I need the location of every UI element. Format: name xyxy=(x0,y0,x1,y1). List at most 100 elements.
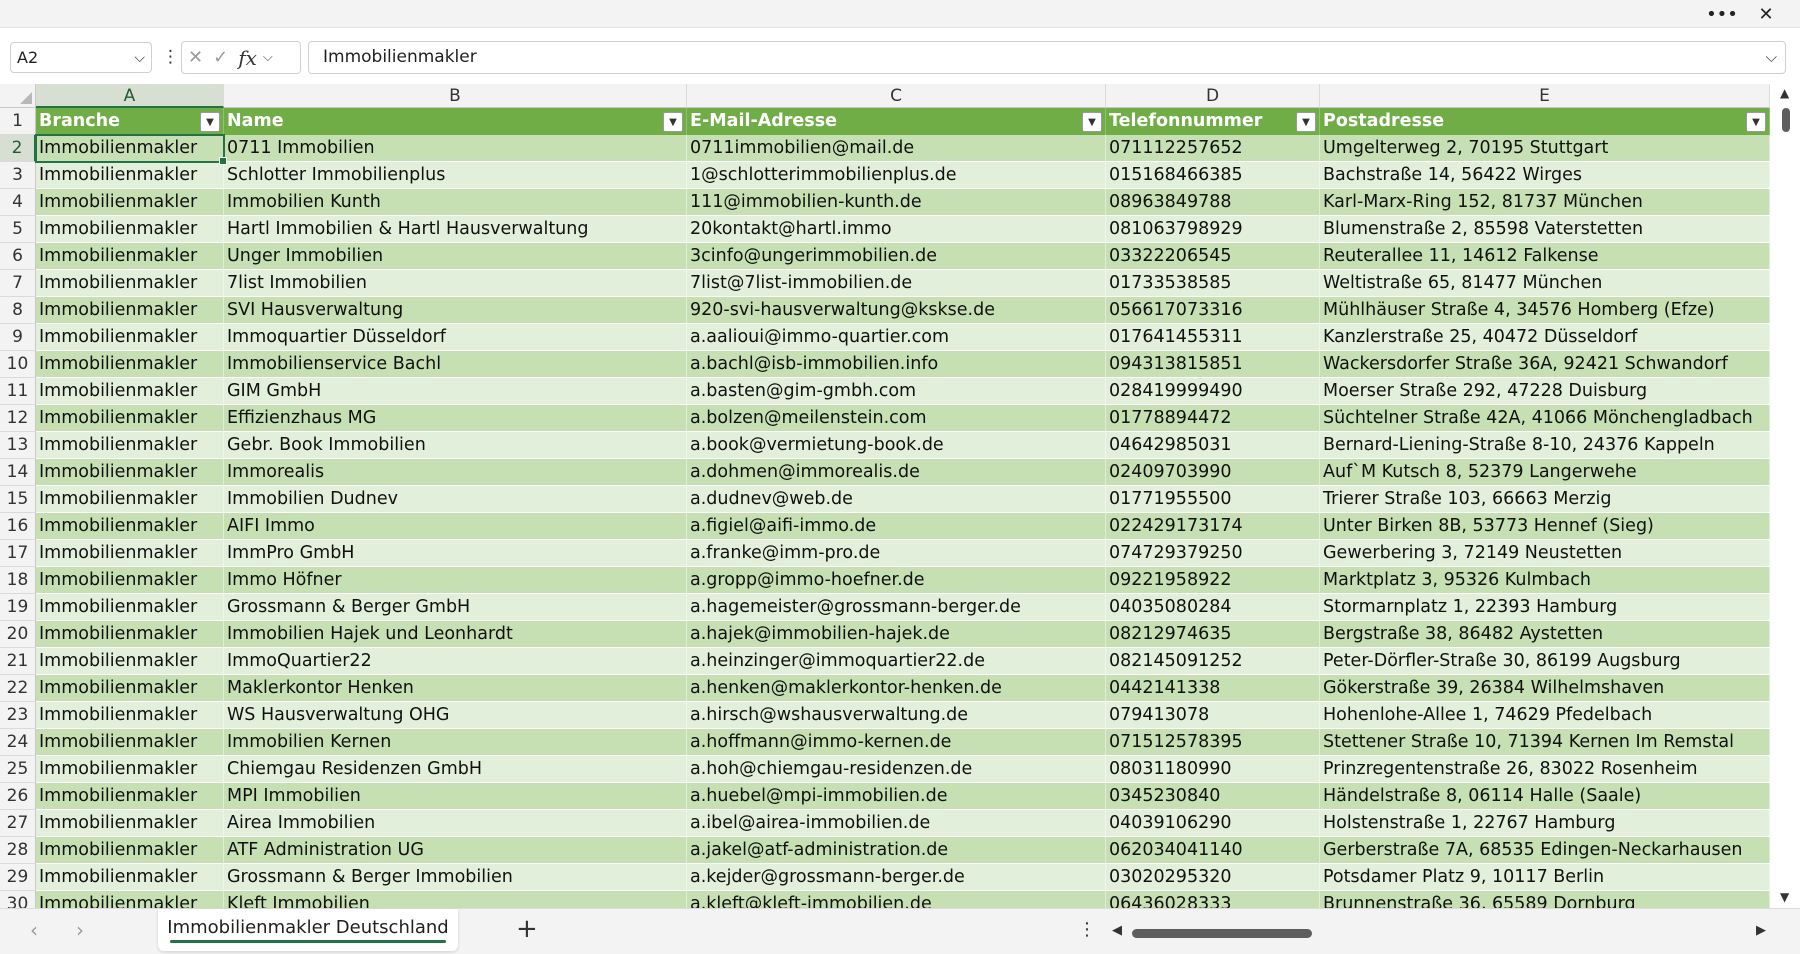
table-cell[interactable]: Immobilienmakler xyxy=(36,567,224,594)
table-cell[interactable]: Chiemgau Residenzen GmbH xyxy=(224,756,687,783)
table-cell[interactable]: a.hagemeister@grossmann-berger.de xyxy=(687,594,1106,621)
table-cell[interactable]: Immobilienservice Bachl xyxy=(224,351,687,378)
table-cell[interactable]: Stormarnplatz 1, 22393 Hamburg xyxy=(1320,594,1770,621)
table-cell[interactable]: 01778894472 xyxy=(1106,405,1320,432)
insert-function-icon[interactable]: fx xyxy=(238,46,257,70)
table-cell[interactable]: a.bachl@isb-immobilien.info xyxy=(687,351,1106,378)
table-cell[interactable]: Bachstraße 14, 56422 Wirges xyxy=(1320,162,1770,189)
row-header[interactable]: 6 xyxy=(0,243,36,270)
table-cell[interactable]: ATF Administration UG xyxy=(224,837,687,864)
table-cell[interactable]: a.kejder@grossmann-berger.de xyxy=(687,864,1106,891)
vertical-scrollbar[interactable]: ▲ ▼ xyxy=(1772,84,1800,908)
table-cell[interactable]: Immobilienmakler xyxy=(36,270,224,297)
table-cell[interactable]: Moerser Straße 292, 47228 Duisburg xyxy=(1320,378,1770,405)
row-header[interactable]: 24 xyxy=(0,729,36,756)
table-cell[interactable]: Immobilienmakler xyxy=(36,540,224,567)
table-cell[interactable]: MPI Immobilien xyxy=(224,783,687,810)
header-cell[interactable]: Telefonnummer xyxy=(1106,108,1320,135)
row-header[interactable]: 7 xyxy=(0,270,36,297)
table-cell[interactable]: Brunnenstraße 36, 65589 Dornburg xyxy=(1320,891,1770,908)
row-header[interactable]: 22 xyxy=(0,675,36,702)
table-cell[interactable]: Marktplatz 3, 95326 Kulmbach xyxy=(1320,567,1770,594)
table-cell[interactable]: Weltistraße 65, 81477 München xyxy=(1320,270,1770,297)
table-cell[interactable]: 01733538585 xyxy=(1106,270,1320,297)
table-cell[interactable]: 08031180990 xyxy=(1106,756,1320,783)
table-cell[interactable]: 081063798929 xyxy=(1106,216,1320,243)
scroll-right-icon[interactable]: ▶ xyxy=(1756,923,1766,938)
table-cell[interactable]: a.basten@gim-gmbh.com xyxy=(687,378,1106,405)
table-cell[interactable]: Immobilienmakler xyxy=(36,216,224,243)
table-cell[interactable]: 094313815851 xyxy=(1106,351,1320,378)
table-cell[interactable]: Mühlhäuser Straße 4, 34576 Homberg (Efze… xyxy=(1320,297,1770,324)
table-cell[interactable]: Immobilienmakler xyxy=(36,243,224,270)
table-cell[interactable]: Peter-Dörfler-Straße 30, 86199 Augsburg xyxy=(1320,648,1770,675)
table-cell[interactable]: 0711immobilien@mail.de xyxy=(687,135,1106,162)
table-cell[interactable]: Immobilienmakler xyxy=(36,594,224,621)
row-header[interactable]: 30 xyxy=(0,891,36,908)
row-header[interactable]: 12 xyxy=(0,405,36,432)
vertical-scroll-thumb[interactable] xyxy=(1782,108,1790,132)
table-cell[interactable]: 056617073316 xyxy=(1106,297,1320,324)
table-cell[interactable]: 04039106290 xyxy=(1106,810,1320,837)
table-cell[interactable]: Immobilienmakler xyxy=(36,513,224,540)
row-header[interactable]: 11 xyxy=(0,378,36,405)
table-cell[interactable]: Stettener Straße 10, 71394 Kernen Im Rem… xyxy=(1320,729,1770,756)
table-cell[interactable]: 0442141338 xyxy=(1106,675,1320,702)
more-options-icon[interactable]: ••• xyxy=(1702,2,1742,26)
table-cell[interactable]: Umgelterweg 2, 70195 Stuttgart xyxy=(1320,135,1770,162)
table-cell[interactable]: 111@immobilien-kunth.de xyxy=(687,189,1106,216)
column-header-c[interactable]: C xyxy=(687,84,1106,108)
table-cell[interactable]: 017641455311 xyxy=(1106,324,1320,351)
table-cell[interactable]: a.bolzen@meilenstein.com xyxy=(687,405,1106,432)
filter-dropdown-icon[interactable]: ▼ xyxy=(1746,112,1766,132)
scroll-left-icon[interactable]: ◀ xyxy=(1112,923,1122,938)
table-cell[interactable]: 071512578395 xyxy=(1106,729,1320,756)
table-cell[interactable]: 074729379250 xyxy=(1106,540,1320,567)
table-cell[interactable]: a.aalioui@immo-quartier.com xyxy=(687,324,1106,351)
prev-sheet-icon[interactable]: ‹ xyxy=(30,918,38,942)
table-cell[interactable]: Immobilien Dudnev xyxy=(224,486,687,513)
next-sheet-icon[interactable]: › xyxy=(76,918,84,942)
table-cell[interactable]: Hohenlohe-Allee 1, 74629 Pfedelbach xyxy=(1320,702,1770,729)
horizontal-scrollbar[interactable]: ◀ ▶ xyxy=(1108,923,1770,943)
table-cell[interactable]: Immobilienmakler xyxy=(36,621,224,648)
column-header-d[interactable]: D xyxy=(1106,84,1320,108)
table-cell[interactable]: Immobilien Kernen xyxy=(224,729,687,756)
table-cell[interactable]: Immobilienmakler xyxy=(36,891,224,908)
table-cell[interactable]: Immobilienmakler xyxy=(36,459,224,486)
table-cell[interactable]: Grossmann & Berger Immobilien xyxy=(224,864,687,891)
table-cell[interactable]: Immobilienmakler xyxy=(36,486,224,513)
table-cell[interactable]: Karl-Marx-Ring 152, 81737 München xyxy=(1320,189,1770,216)
table-cell[interactable]: a.hajek@immobilien-hajek.de xyxy=(687,621,1106,648)
table-cell[interactable]: 082145091252 xyxy=(1106,648,1320,675)
row-header[interactable]: 19 xyxy=(0,594,36,621)
table-cell[interactable]: 03322206545 xyxy=(1106,243,1320,270)
row-header[interactable]: 26 xyxy=(0,783,36,810)
table-cell[interactable]: a.huebel@mpi-immobilien.de xyxy=(687,783,1106,810)
table-cell[interactable]: Immobilienmakler xyxy=(36,405,224,432)
row-header[interactable]: 5 xyxy=(0,216,36,243)
table-cell[interactable]: Immobilienmakler xyxy=(36,135,224,162)
table-cell[interactable]: Gökerstraße 39, 26384 Wilhelmshaven xyxy=(1320,675,1770,702)
vertical-dots-icon[interactable]: ⋮ xyxy=(162,47,179,67)
header-cell[interactable]: Postadresse xyxy=(1320,108,1770,135)
table-cell[interactable]: Unger Immobilien xyxy=(224,243,687,270)
row-header[interactable]: 1 xyxy=(0,108,36,135)
table-cell[interactable]: 7list@7list-immobilien.de xyxy=(687,270,1106,297)
table-cell[interactable]: a.hoffmann@immo-kernen.de xyxy=(687,729,1106,756)
table-cell[interactable]: a.gropp@immo-hoefner.de xyxy=(687,567,1106,594)
table-cell[interactable]: Immobilienmakler xyxy=(36,756,224,783)
spreadsheet-grid[interactable]: ABCDE 1 Branche ▼ Name ▼ E-Mail-Adresse ▼ Telef… xyxy=(0,84,1772,908)
table-cell[interactable]: 04035080284 xyxy=(1106,594,1320,621)
check-icon[interactable]: ✓ xyxy=(213,47,228,68)
table-cell[interactable]: Bergstraße 38, 86482 Aystetten xyxy=(1320,621,1770,648)
table-cell[interactable]: Immobilienmakler xyxy=(36,189,224,216)
table-cell[interactable]: Prinzregentenstraße 26, 83022 Rosenheim xyxy=(1320,756,1770,783)
table-cell[interactable]: Immobilienmakler xyxy=(36,432,224,459)
table-cell[interactable]: Immobilienmakler xyxy=(36,837,224,864)
row-header[interactable]: 25 xyxy=(0,756,36,783)
table-cell[interactable]: Schlotter Immobilienplus xyxy=(224,162,687,189)
table-cell[interactable]: 0345230840 xyxy=(1106,783,1320,810)
table-cell[interactable]: 06436028333 xyxy=(1106,891,1320,908)
table-cell[interactable]: Gewerbering 3, 72149 Neustetten xyxy=(1320,540,1770,567)
